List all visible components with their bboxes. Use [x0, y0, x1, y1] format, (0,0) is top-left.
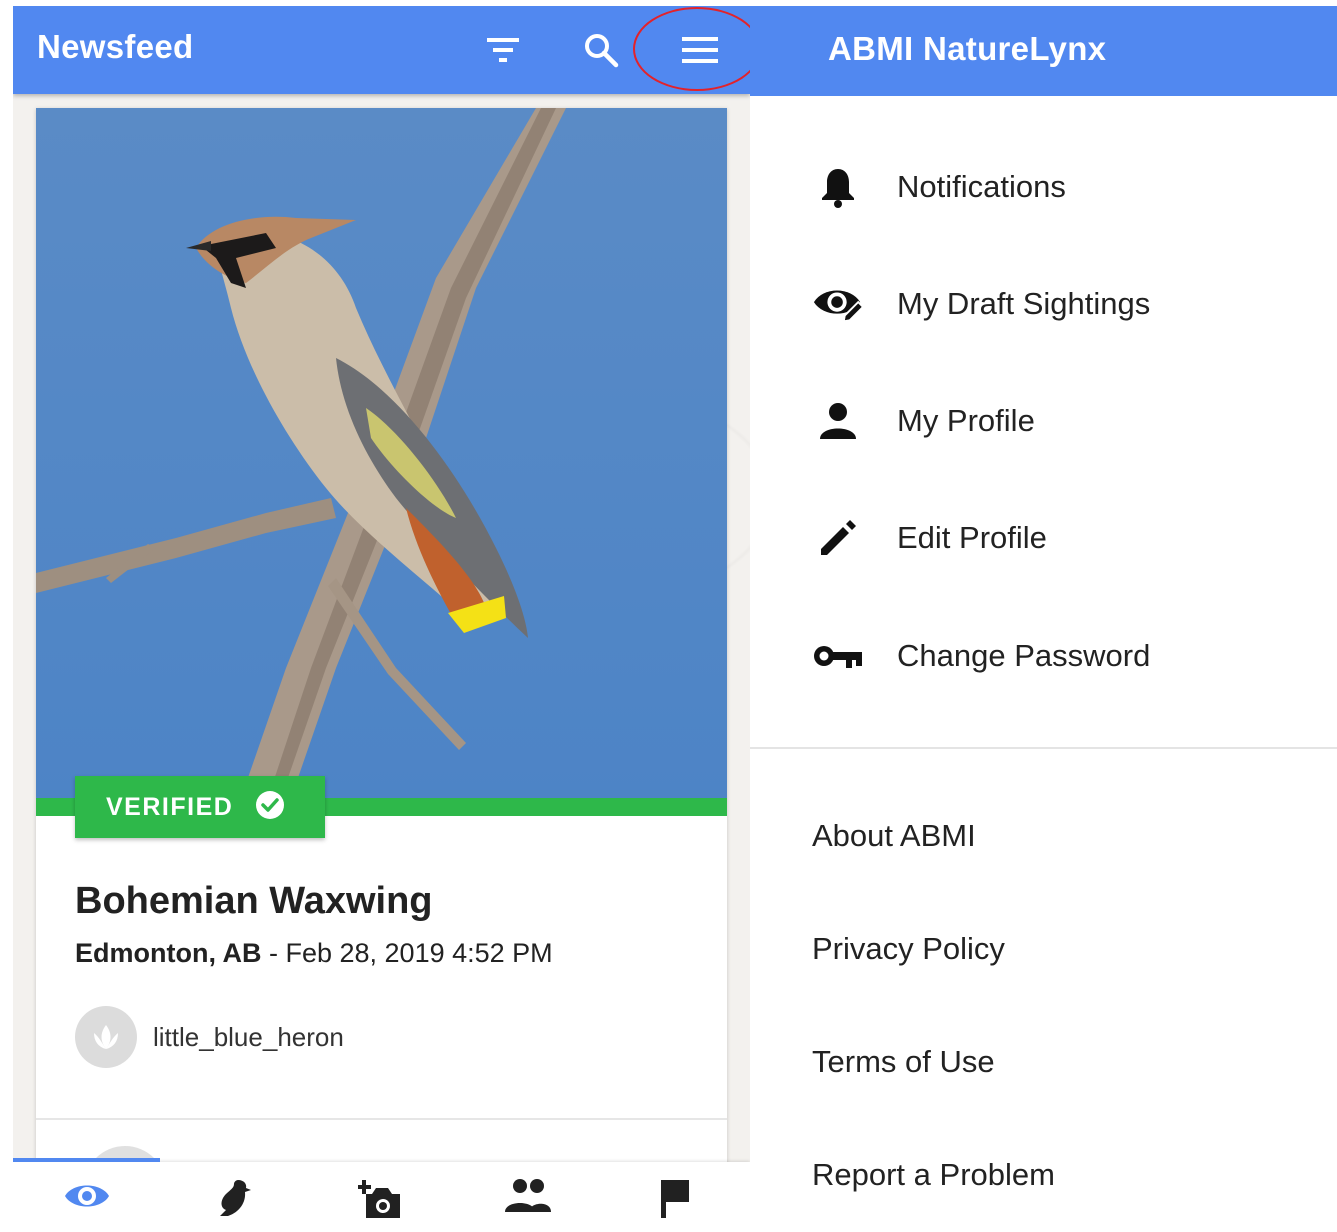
check-circle-icon: [255, 790, 285, 825]
flag-icon[interactable]: [601, 1162, 748, 1232]
drawer-item-notifications[interactable]: Notifications: [750, 142, 1337, 232]
report-problem-link[interactable]: Report a Problem: [812, 1157, 1055, 1193]
pencil-icon: [812, 512, 864, 564]
eye-icon[interactable]: [13, 1162, 160, 1232]
search-icon[interactable]: [581, 30, 621, 70]
people-icon[interactable]: [454, 1162, 601, 1232]
sighting-datetime: Feb 28, 2019 4:52 PM: [285, 938, 553, 968]
bird-icon[interactable]: [160, 1162, 307, 1232]
drawer-item-my-profile[interactable]: My Profile: [750, 376, 1337, 466]
verified-label: VERIFIED: [106, 792, 234, 821]
add-photo-icon[interactable]: [307, 1162, 454, 1232]
newsfeed-app-bar: Newsfeed: [13, 6, 750, 94]
page-title: Newsfeed: [37, 28, 194, 65]
drawer-item-label: My Draft Sightings: [897, 286, 1151, 321]
key-icon: [812, 630, 864, 682]
drawer-item-label: Notifications: [897, 169, 1066, 204]
user-row[interactable]: little_blue_heron: [75, 1006, 344, 1068]
person-icon: [812, 395, 864, 447]
meta-separator: -: [261, 938, 286, 968]
avatar[interactable]: [75, 1006, 137, 1068]
eye-edit-icon: [812, 278, 864, 330]
lotus-icon: [94, 1025, 118, 1049]
terms-of-use-link[interactable]: Terms of Use: [812, 1044, 995, 1080]
verified-badge: VERIFIED: [75, 776, 325, 838]
drawer-item-label: My Profile: [897, 403, 1035, 438]
privacy-policy-link[interactable]: Privacy Policy: [812, 931, 1005, 967]
newsfeed-screen: Newsfeed VERIFIED Bohemian Waxwing Edmon…: [13, 6, 750, 1232]
drawer-item-draft-sightings[interactable]: My Draft Sightings: [750, 259, 1337, 349]
drawer-header: ABMI NatureLynx: [750, 6, 1337, 96]
menu-highlight-circle: [633, 7, 750, 91]
card-divider: [36, 1118, 727, 1120]
about-abmi-link[interactable]: About ABMI: [812, 818, 976, 854]
species-name[interactable]: Bohemian Waxwing: [75, 880, 433, 923]
drawer-item-change-password[interactable]: Change Password: [750, 611, 1337, 701]
username[interactable]: little_blue_heron: [153, 1022, 344, 1053]
drawer-item-edit-profile[interactable]: Edit Profile: [750, 493, 1337, 583]
sighting-photo[interactable]: [36, 108, 727, 798]
bell-icon: [812, 161, 864, 213]
sighting-location: Edmonton, AB: [75, 938, 262, 968]
sighting-meta: Edmonton, AB - Feb 28, 2019 4:52 PM: [75, 938, 553, 969]
bottom-navigation: [13, 1158, 750, 1232]
sighting-card[interactable]: VERIFIED Bohemian Waxwing Edmonton, AB -…: [36, 108, 727, 1228]
drawer-divider: [750, 747, 1337, 749]
drawer-item-label: Edit Profile: [897, 520, 1047, 555]
navigation-drawer: ABMI NatureLynx Notifications My Draft S…: [750, 6, 1337, 1232]
filter-icon[interactable]: [483, 30, 523, 70]
drawer-item-label: Change Password: [897, 638, 1151, 673]
drawer-title: ABMI NatureLynx: [828, 30, 1107, 67]
